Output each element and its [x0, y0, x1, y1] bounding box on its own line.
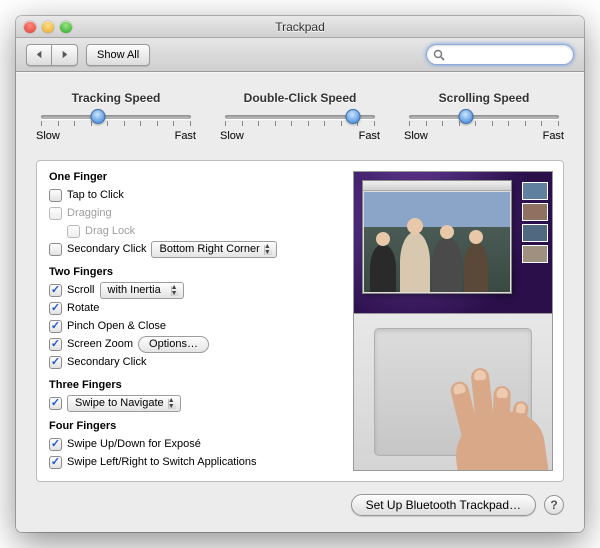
window-controls: [24, 21, 72, 33]
slider-thumb[interactable]: [345, 109, 360, 124]
hand-icon: [426, 378, 546, 471]
tracking-speed-slider[interactable]: [41, 115, 191, 126]
content-area: Tracking Speed SlowFast Double-Click Spe…: [16, 72, 584, 532]
three-finger-checkbox[interactable]: [49, 397, 62, 410]
tap-to-click-checkbox[interactable]: [49, 189, 62, 202]
two-fingers-heading: Two Fingers: [49, 266, 341, 278]
chevron-left-icon: [35, 50, 44, 59]
expose-checkbox[interactable]: [49, 438, 62, 451]
three-fingers-heading: Three Fingers: [49, 379, 341, 391]
expose-row: Swipe Up/Down for Exposé: [49, 435, 341, 453]
gesture-preview: [353, 171, 553, 471]
scrolling-speed-label: Scrolling Speed: [404, 91, 564, 105]
preview-screen: [353, 171, 553, 314]
options-panel: One Finger Tap to Click Dragging Drag Lo…: [36, 160, 564, 482]
expose-label: Swipe Up/Down for Exposé: [67, 438, 201, 450]
footer: Set Up Bluetooth Trackpad… ?: [36, 494, 564, 516]
preview-trackpad: [353, 314, 553, 471]
scroll-row: Scroll with Inertia▲▼: [49, 281, 351, 299]
scrolling-speed-slider[interactable]: [409, 115, 559, 126]
show-all-button[interactable]: Show All: [86, 44, 150, 66]
chevron-right-icon: [60, 50, 69, 59]
doubleclick-speed-group: Double-Click Speed SlowFast: [220, 91, 380, 142]
scroll-label: Scroll: [67, 284, 95, 296]
rotate-checkbox[interactable]: [49, 302, 62, 315]
draglock-label: Drag Lock: [85, 225, 135, 237]
switch-apps-checkbox[interactable]: [49, 456, 62, 469]
titlebar: Trackpad: [16, 16, 584, 38]
preview-window-icon: [362, 180, 512, 294]
dragging-row: Dragging: [49, 204, 341, 222]
doubleclick-speed-label: Double-Click Speed: [220, 91, 380, 105]
secondary-click-1f-row: Secondary Click Bottom Right Corner▲▼: [49, 240, 341, 258]
secondary-click-corner-popup[interactable]: Bottom Right Corner▲▼: [151, 241, 276, 258]
window-title: Trackpad: [16, 20, 584, 34]
rotate-row: Rotate: [49, 299, 341, 317]
scrolling-speed-group: Scrolling Speed SlowFast: [404, 91, 564, 142]
secondary-click-1f-label: Secondary Click: [67, 243, 146, 255]
dragging-label: Dragging: [67, 207, 112, 219]
sliders-row: Tracking Speed SlowFast Double-Click Spe…: [36, 91, 564, 142]
search-input[interactable]: [449, 49, 572, 61]
dragging-checkbox: [49, 207, 62, 220]
help-button[interactable]: ?: [544, 495, 564, 515]
options-list: One Finger Tap to Click Dragging Drag Lo…: [49, 171, 341, 471]
screen-zoom-label: Screen Zoom: [67, 338, 133, 350]
tracking-speed-label: Tracking Speed: [36, 91, 196, 105]
pinch-label: Pinch Open & Close: [67, 320, 166, 332]
screen-zoom-checkbox[interactable]: [49, 338, 62, 351]
bluetooth-trackpad-button[interactable]: Set Up Bluetooth Trackpad…: [351, 494, 536, 516]
doubleclick-speed-slider[interactable]: [225, 115, 375, 126]
close-icon[interactable]: [24, 21, 36, 33]
tracking-speed-group: Tracking Speed SlowFast: [36, 91, 196, 142]
slider-thumb[interactable]: [459, 109, 474, 124]
zoom-icon[interactable]: [60, 21, 72, 33]
draglock-row: Drag Lock: [49, 222, 341, 240]
rotate-label: Rotate: [67, 302, 99, 314]
back-button[interactable]: [26, 44, 52, 66]
three-finger-row: Swipe to Navigate▲▼: [49, 394, 341, 412]
zoom-options-button[interactable]: Options…: [138, 336, 209, 353]
one-finger-heading: One Finger: [49, 171, 341, 183]
scroll-checkbox[interactable]: [49, 284, 62, 297]
search-field[interactable]: [426, 44, 574, 65]
secondary-click-2f-label: Secondary Click: [67, 356, 146, 368]
secondary-click-2f-row: Secondary Click: [49, 353, 341, 371]
three-finger-popup[interactable]: Swipe to Navigate▲▼: [67, 395, 181, 412]
slider-thumb[interactable]: [91, 109, 106, 124]
forward-button[interactable]: [52, 44, 78, 66]
toolbar: Show All: [16, 38, 584, 72]
preferences-window: Trackpad Show All Tracking Speed: [16, 16, 584, 532]
pinch-checkbox[interactable]: [49, 320, 62, 333]
secondary-click-2f-checkbox[interactable]: [49, 356, 62, 369]
draglock-checkbox: [67, 225, 80, 238]
minimize-icon[interactable]: [42, 21, 54, 33]
nav-group: [26, 44, 78, 66]
scroll-mode-popup[interactable]: with Inertia▲▼: [100, 282, 184, 299]
tap-to-click-row: Tap to Click: [49, 186, 341, 204]
switch-apps-label: Swipe Left/Right to Switch Applications: [67, 456, 257, 468]
four-fingers-heading: Four Fingers: [49, 420, 341, 432]
secondary-click-1f-checkbox[interactable]: [49, 243, 62, 256]
screen-zoom-row: Screen Zoom Options…: [49, 335, 341, 353]
pinch-row: Pinch Open & Close: [49, 317, 341, 335]
switch-apps-row: Swipe Left/Right to Switch Applications: [49, 453, 341, 471]
tap-to-click-label: Tap to Click: [67, 189, 124, 201]
search-icon: [433, 49, 445, 61]
